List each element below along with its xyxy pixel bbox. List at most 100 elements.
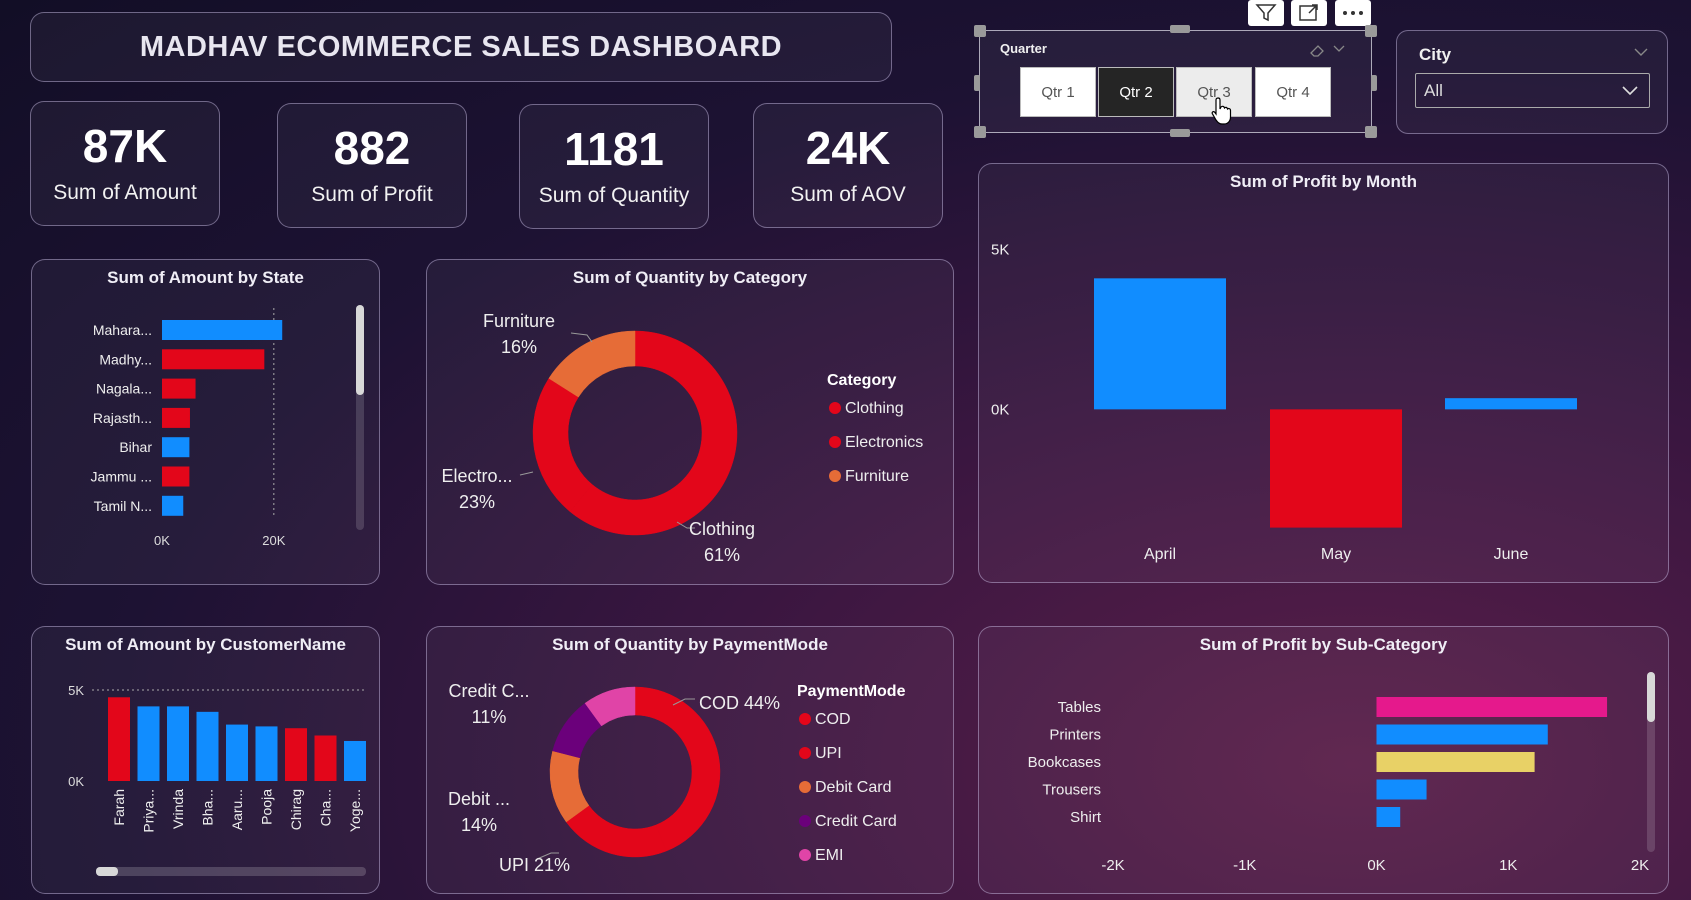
scrollbar-track[interactable]: [356, 305, 364, 530]
bar-label: Tables: [1058, 699, 1101, 716]
kpi-card-aov[interactable]: 24K Sum of AOV: [753, 103, 943, 228]
x-tick-label: Farah: [111, 789, 127, 826]
x-tick-label: 20K: [262, 533, 285, 548]
quarter-option-qtr4[interactable]: Qtr 4: [1255, 67, 1331, 117]
chart-svg: Tables Printers Bookcases Trousers Shirt -2K -…: [1028, 697, 1649, 874]
kpi-value: 24K: [805, 121, 891, 174]
more-options-icon[interactable]: [1335, 0, 1371, 26]
chart-card-amount-by-customer[interactable]: Sum of Amount by CustomerName 5K 0K Farah P…: [31, 626, 380, 894]
x-tick-label: 0K: [154, 533, 170, 548]
y-tick-label: 5K: [991, 242, 1009, 259]
kpi-card-quantity[interactable]: 1181 Sum of Quantity: [519, 104, 709, 229]
kpi-value: 87K: [82, 119, 168, 172]
resize-handle[interactable]: [1170, 25, 1190, 33]
bar: [285, 728, 307, 781]
city-dropdown-value: All: [1424, 80, 1443, 100]
chevron-down-icon[interactable]: [1332, 43, 1346, 53]
dashboard-title: MADHAV ECOMMERCE SALES DASHBOARD: [139, 30, 783, 63]
bar-label: Mahara...: [93, 322, 152, 338]
legend-title: Category: [827, 372, 896, 389]
resize-handle[interactable]: [974, 75, 980, 91]
bar-label: Jammu ...: [91, 469, 152, 485]
slice-label: UPI 21%: [499, 855, 570, 875]
chart-card-amount-by-state[interactable]: Sum of Amount by State Mahara... Madhy...…: [31, 259, 380, 585]
legend-label: Electronics: [845, 434, 923, 451]
chart-card-quantity-by-category[interactable]: Sum of Quantity by Category Furniture 16%…: [426, 259, 954, 585]
x-tick-label: May: [1321, 546, 1351, 563]
filter-icon[interactable]: [1248, 0, 1284, 26]
scrollbar-thumb[interactable]: [96, 867, 118, 876]
slice-pct: 61%: [704, 545, 740, 565]
legend-marker: [829, 470, 841, 482]
legend-label: UPI: [815, 745, 842, 762]
slice-label: Credit C...: [448, 681, 529, 701]
legend-label: Credit Card: [815, 813, 897, 830]
legend-marker: [829, 402, 841, 414]
resize-handle[interactable]: [1371, 75, 1377, 91]
resize-handle[interactable]: [1365, 126, 1377, 138]
bar: [1445, 398, 1577, 410]
resize-handle[interactable]: [1170, 129, 1190, 137]
legend-marker: [799, 781, 811, 793]
x-tick-label: Vrinda: [170, 789, 186, 829]
bar: [1376, 752, 1535, 772]
quarter-option-qtr2[interactable]: Qtr 2: [1098, 67, 1174, 117]
bar: [162, 349, 265, 370]
legend-label: Furniture: [845, 468, 909, 485]
kpi-card-amount[interactable]: 87K Sum of Amount: [30, 101, 220, 226]
chevron-down-icon: [1622, 86, 1638, 96]
bar: [162, 407, 190, 428]
bar: [196, 711, 219, 781]
bar-label: Printers: [1049, 727, 1101, 744]
bar: [344, 740, 366, 781]
scrollbar-track[interactable]: [96, 867, 366, 876]
x-tick-label: Yoge...: [347, 789, 363, 832]
bar-label: Rajasth...: [93, 410, 152, 426]
resize-handle[interactable]: [1365, 25, 1377, 37]
x-tick-label: Pooja: [259, 789, 275, 825]
bar: [108, 697, 130, 781]
chevron-down-icon[interactable]: [1633, 47, 1649, 57]
quarter-slicer[interactable]: Quarter Qtr 1 Qtr 2 Qtr 3 Qtr 4: [974, 25, 1377, 138]
slice-label: Clothing: [689, 519, 755, 539]
legend-marker: [799, 849, 811, 861]
x-tick-label: Bha...: [200, 789, 216, 826]
chart-card-quantity-by-paymentmode[interactable]: Sum of Quantity by PaymentMode COD 44% Cr…: [426, 626, 954, 894]
city-slicer[interactable]: City All: [1396, 30, 1668, 134]
legend-marker: [799, 747, 811, 759]
quarter-slicer-title: Quarter: [1000, 41, 1047, 56]
donut-slice: [565, 805, 667, 858]
chart-svg: COD 44% Credit C... 11% Debit ... 14%UPI 21%…: [448, 681, 906, 875]
kpi-value: 882: [333, 121, 411, 174]
bar: [162, 437, 190, 458]
donut-slice: [532, 378, 593, 512]
y-tick-label: 0K: [68, 774, 84, 789]
bar-label: Madhy...: [99, 351, 152, 367]
resize-handle[interactable]: [974, 25, 986, 37]
bar: [1270, 409, 1402, 528]
legend-label: EMI: [815, 847, 843, 864]
chart-card-profit-by-month[interactable]: Sum of Profit by Month 5K 0K April May June: [978, 163, 1669, 583]
quarter-option-qtr1[interactable]: Qtr 1: [1020, 67, 1096, 117]
city-dropdown[interactable]: All: [1415, 73, 1650, 108]
focus-mode-icon[interactable]: [1291, 0, 1327, 26]
kpi-card-profit[interactable]: 882 Sum of Profit: [277, 103, 467, 228]
scrollbar-track[interactable]: [1647, 672, 1655, 852]
bar: [137, 706, 160, 781]
eraser-icon[interactable]: [1308, 43, 1326, 57]
scrollbar-thumb[interactable]: [356, 305, 364, 395]
chart-card-profit-by-subcategory[interactable]: Sum of Profit by Sub-Category Tables Prin…: [978, 626, 1669, 894]
kpi-label: Sum of AOV: [790, 182, 906, 206]
bar: [1376, 779, 1427, 800]
slice-label: Debit ...: [448, 789, 510, 809]
x-tick-label: 0K: [1367, 857, 1385, 874]
dashboard-title-card: MADHAV ECOMMERCE SALES DASHBOARD: [30, 12, 892, 82]
bar: [1094, 278, 1226, 410]
y-tick-label: 5K: [68, 683, 84, 698]
leader-line: [570, 332, 593, 343]
resize-handle[interactable]: [974, 126, 986, 138]
chart-svg: Mahara... Madhy... Nagala... Rajasth... Biha…: [91, 308, 286, 548]
bar: [1376, 724, 1548, 745]
x-tick-label: June: [1494, 546, 1529, 563]
scrollbar-thumb[interactable]: [1647, 672, 1655, 722]
